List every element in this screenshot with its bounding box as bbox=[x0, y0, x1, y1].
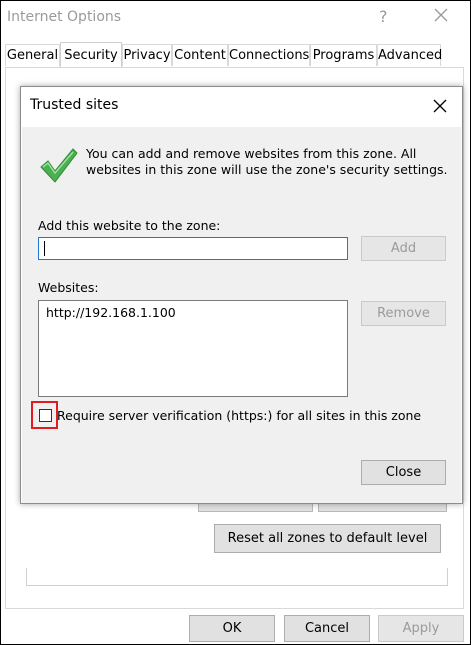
text-caret bbox=[44, 241, 45, 256]
list-item[interactable]: http://192.168.1.100 bbox=[46, 305, 176, 320]
window-close-button[interactable] bbox=[431, 5, 451, 25]
ok-button[interactable]: OK bbox=[189, 615, 275, 642]
close-button[interactable]: Close bbox=[361, 460, 446, 485]
tab-security[interactable]: Security bbox=[60, 42, 122, 67]
cancel-button[interactable]: Cancel bbox=[284, 615, 370, 642]
apply-button[interactable]: Apply bbox=[378, 615, 464, 642]
tab-connections[interactable]: Connections bbox=[228, 44, 310, 66]
green-checkmark-icon bbox=[40, 148, 78, 183]
zone-settings-frame bbox=[26, 568, 448, 586]
tab-general[interactable]: General bbox=[5, 44, 60, 66]
close-icon bbox=[434, 8, 448, 22]
tab-advanced[interactable]: Advanced bbox=[377, 44, 442, 66]
add-website-input[interactable] bbox=[38, 237, 348, 260]
tab-privacy[interactable]: Privacy bbox=[122, 44, 172, 66]
zone-info-text: You can add and remove websites from thi… bbox=[86, 146, 448, 177]
tab-content[interactable]: Content bbox=[172, 44, 228, 66]
dialog-body: You can add and remove websites from thi… bbox=[22, 127, 461, 503]
dialog-close-button[interactable] bbox=[429, 95, 451, 117]
help-button[interactable]: ? bbox=[379, 7, 388, 26]
close-icon bbox=[433, 99, 447, 113]
websites-label: Websites: bbox=[38, 280, 99, 295]
window-title: Internet Options bbox=[7, 9, 122, 25]
reset-all-zones-button[interactable]: Reset all zones to default level bbox=[214, 524, 441, 553]
highlight-annotation bbox=[31, 401, 58, 429]
websites-list[interactable]: http://192.168.1.100 bbox=[38, 300, 348, 397]
tab-programs[interactable]: Programs bbox=[310, 44, 377, 66]
remove-button[interactable]: Remove bbox=[361, 301, 446, 326]
add-website-label: Add this website to the zone: bbox=[38, 218, 221, 233]
trusted-sites-dialog: Trusted sites You can add and remove web… bbox=[20, 86, 463, 504]
dialog-title: Trusted sites bbox=[30, 97, 119, 113]
require-https-label[interactable]: Require server verification (https:) for… bbox=[57, 408, 421, 423]
add-button[interactable]: Add bbox=[361, 236, 446, 261]
